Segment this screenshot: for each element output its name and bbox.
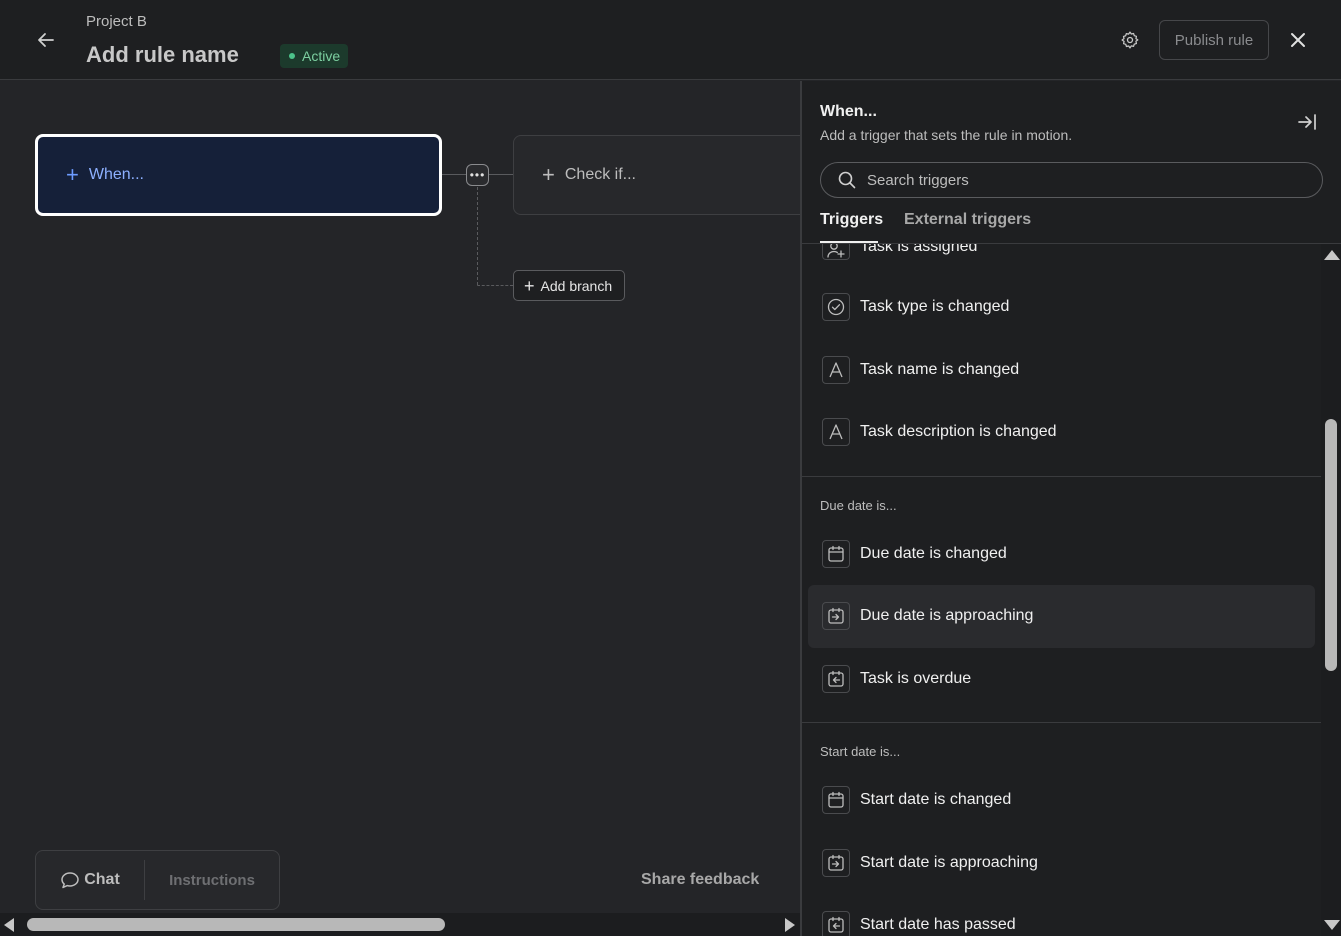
rule-canvas[interactable]: + When... ••• + Check if... + Add branch… — [0, 81, 800, 936]
status-dot-icon — [289, 53, 295, 59]
connector-line — [442, 174, 466, 175]
instructions-button[interactable]: Instructions — [145, 850, 279, 910]
vertical-scrollbar[interactable] — [1321, 244, 1341, 936]
publish-rule-button[interactable]: Publish rule — [1159, 20, 1269, 60]
list-item[interactable]: Task description is changed — [802, 401, 1322, 464]
arrow-left-icon — [38, 33, 54, 47]
list-item[interactable]: Due date is changed — [802, 523, 1322, 586]
panel-subtitle: Add a trigger that sets the rule in moti… — [820, 127, 1073, 143]
text-a-icon — [822, 355, 850, 384]
list-item-label: Start date has passed — [860, 916, 1016, 934]
search-triggers — [820, 162, 1323, 198]
header: Project B Add rule name Active Publish r… — [0, 0, 1341, 80]
user-plus-icon — [822, 244, 850, 260]
chat-button[interactable]: Chat — [36, 850, 144, 910]
list-item-label: Due date is changed — [860, 544, 1007, 562]
search-input[interactable] — [867, 171, 1307, 189]
section-label-start-date: Start date is... — [820, 744, 901, 759]
node-more-button[interactable]: ••• — [466, 164, 489, 186]
trigger-list[interactable]: Task is assigned Task type is changed Ta… — [802, 244, 1322, 936]
when-node-label: When... — [88, 166, 144, 183]
search-icon — [838, 171, 856, 189]
check-if-node[interactable]: + Check if... — [513, 135, 800, 215]
rule-name[interactable]: Add rule name — [86, 42, 239, 68]
calendar-arrow-out-icon — [822, 664, 850, 693]
share-feedback-link[interactable]: Share feedback — [641, 871, 759, 889]
plus-icon: + — [542, 162, 555, 187]
tab-triggers[interactable]: Triggers — [820, 211, 883, 243]
collapse-panel-button[interactable] — [1294, 109, 1320, 135]
add-branch-button[interactable]: + Add branch — [513, 270, 625, 301]
list-item[interactable]: Task is assigned — [802, 244, 1322, 266]
check-circle-icon — [822, 293, 850, 322]
status-badge-label: Active — [302, 48, 341, 64]
list-item[interactable]: Start date is approaching — [802, 832, 1322, 895]
scroll-down-arrow-icon[interactable] — [1324, 920, 1340, 930]
list-item[interactable]: Due date is approaching — [808, 585, 1315, 648]
list-item[interactable]: Start date has passed — [802, 894, 1322, 936]
trigger-tabs: Triggers External triggers — [802, 207, 1341, 244]
project-name: Project B — [86, 13, 147, 30]
horizontal-scrollbar[interactable] — [0, 913, 800, 936]
text-a-icon — [822, 418, 850, 447]
section-label-due-date: Due date is... — [820, 497, 897, 513]
scroll-right-arrow-icon[interactable] — [785, 918, 795, 932]
list-item-label: Task is overdue — [860, 669, 972, 687]
list-item[interactable]: Start date is changed — [802, 769, 1322, 832]
trigger-panel: When... Add a trigger that sets the rule… — [800, 81, 1341, 936]
close-button[interactable] — [1282, 24, 1314, 56]
chat-bubble-icon — [61, 872, 79, 889]
list-item-label: Task type is changed — [860, 298, 1010, 316]
ellipsis-icon: ••• — [469, 168, 486, 182]
list-item[interactable]: Task is overdue — [802, 648, 1322, 711]
list-item-label: Due date is approaching — [860, 607, 1034, 625]
tab-external-triggers[interactable]: External triggers — [904, 211, 1031, 229]
calendar-icon — [822, 786, 850, 815]
branch-connector-line — [477, 187, 478, 285]
branch-connector-line — [477, 285, 513, 286]
status-badge: Active — [280, 44, 349, 68]
chat-label: Chat — [84, 871, 120, 888]
list-item-label: Start date is changed — [860, 791, 1012, 809]
calendar-arrow-in-icon — [822, 602, 850, 631]
plus-icon: + — [66, 162, 79, 187]
settings-button[interactable] — [1114, 24, 1146, 56]
list-item-label: Start date is approaching — [860, 853, 1038, 871]
calendar-arrow-out-icon — [822, 911, 850, 936]
scroll-left-arrow-icon[interactable] — [4, 918, 14, 932]
calendar-arrow-in-icon — [822, 848, 850, 877]
when-trigger-node[interactable]: + When... — [35, 134, 442, 216]
gear-icon — [1121, 31, 1139, 49]
add-branch-label: Add branch — [540, 277, 613, 294]
back-button[interactable] — [30, 24, 62, 56]
close-icon — [1291, 33, 1305, 47]
bottom-toolbar: Chat Instructions — [35, 850, 280, 910]
collapse-right-icon — [1298, 114, 1316, 130]
list-item-label: Task name is changed — [860, 360, 1020, 378]
list-item[interactable]: Task name is changed — [802, 339, 1322, 402]
list-item-label: Task description is changed — [860, 423, 1057, 441]
list-item[interactable]: Task type is changed — [802, 276, 1322, 339]
horizontal-scroll-thumb[interactable] — [27, 918, 445, 931]
check-node-label: Check if... — [564, 166, 636, 183]
plus-icon: + — [524, 275, 535, 296]
calendar-icon — [822, 539, 850, 568]
list-item-label: Task is assigned — [860, 244, 978, 255]
rule-builder-app: Project B Add rule name Active Publish r… — [0, 0, 1341, 936]
panel-title: When... — [820, 103, 877, 120]
connector-line — [489, 174, 513, 175]
scroll-up-arrow-icon[interactable] — [1324, 250, 1340, 260]
vertical-scroll-thumb[interactable] — [1325, 419, 1337, 671]
